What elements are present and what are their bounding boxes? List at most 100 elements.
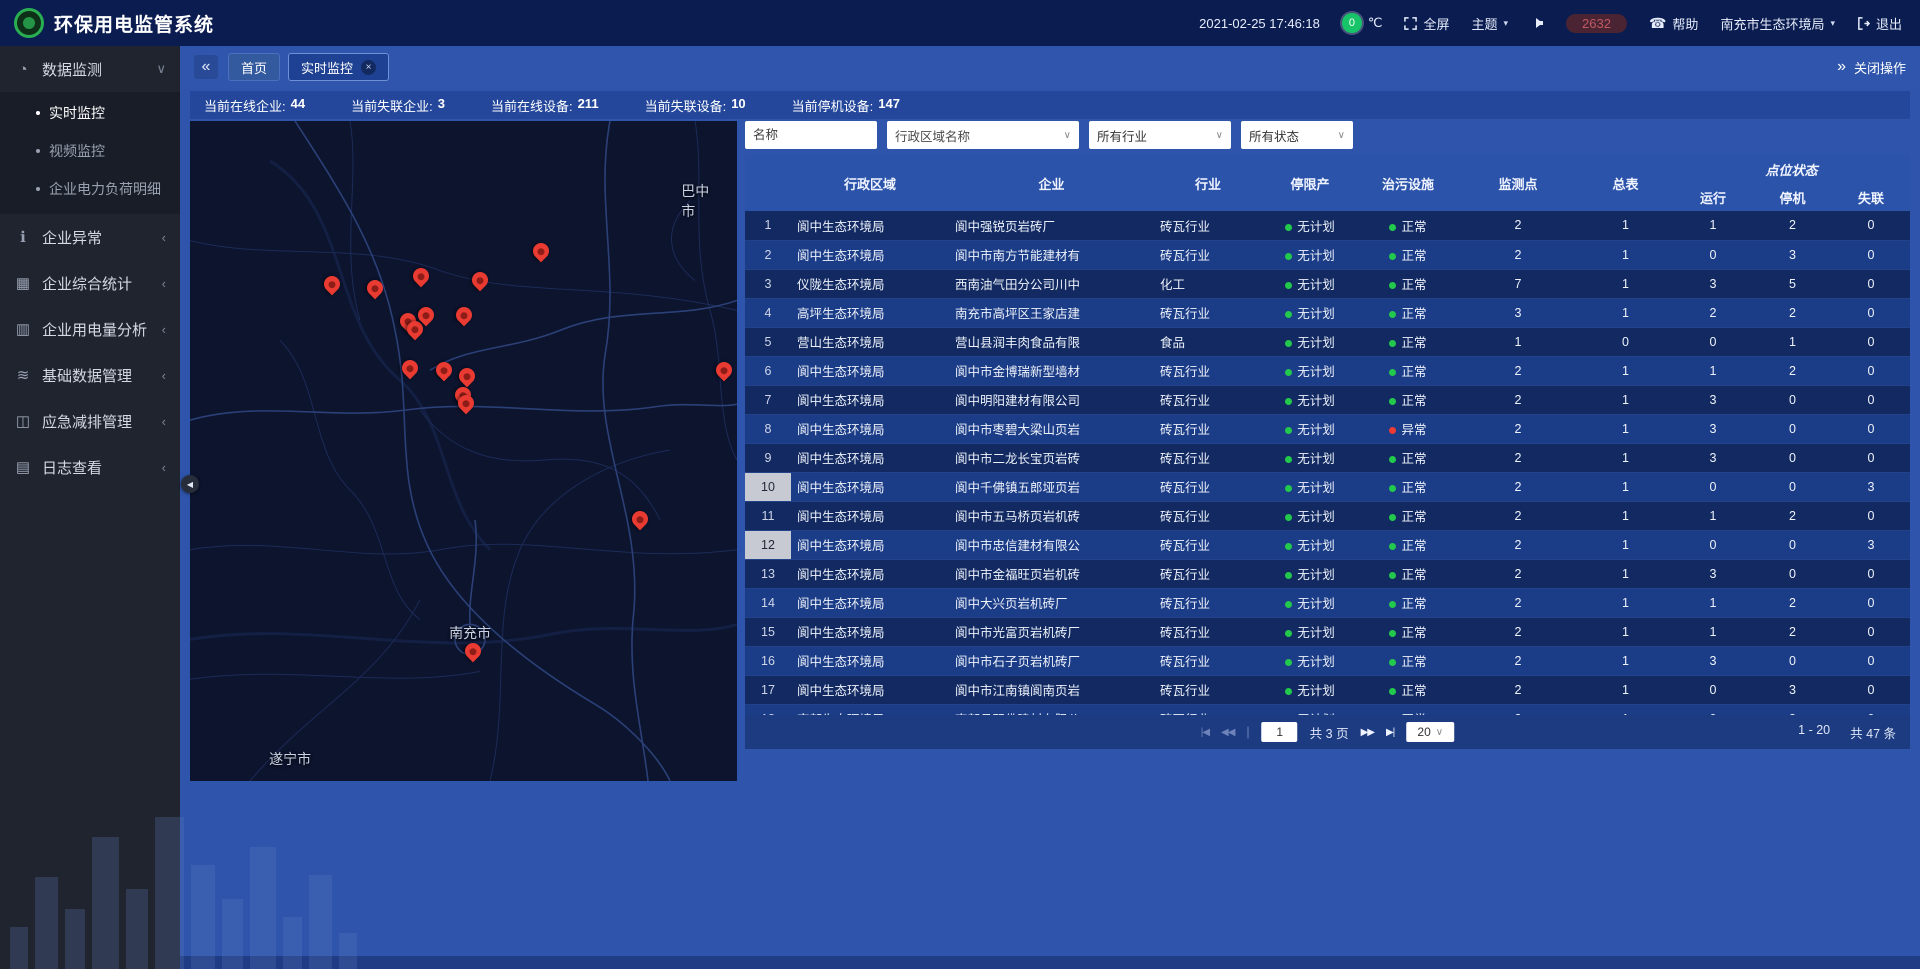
logout-label: 退出 xyxy=(1876,14,1902,33)
table-row[interactable]: 18南部生态环境局南部县双佛建材有限公砖瓦行业无计划正常21030 xyxy=(745,704,1910,715)
name-input[interactable] xyxy=(753,128,869,142)
table-row[interactable]: 4高坪生态环境局南充市高坪区王家店建砖瓦行业无计划正常31220 xyxy=(745,298,1910,327)
table-row[interactable]: 17阆中生态环境局阆中市江南镇阆南页岩砖瓦行业无计划正常21030 xyxy=(745,675,1910,704)
region-filter-select[interactable]: 行政区域名称 ∨ xyxy=(887,121,1079,149)
sidebar-group[interactable]: ◔数据监测∨ xyxy=(0,46,180,92)
sidebar-group[interactable]: ▤日志查看‹ xyxy=(0,444,180,490)
logout-button[interactable]: 退出 xyxy=(1857,14,1902,33)
cell-industry: 砖瓦行业 xyxy=(1154,646,1262,675)
cell-company: 西南油气田分公司川中 xyxy=(949,269,1154,298)
cell-run: 3 xyxy=(1673,269,1753,298)
stat-value: 211 xyxy=(578,96,599,115)
fullscreen-button[interactable]: 全屏 xyxy=(1404,14,1449,33)
cell-lost: 0 xyxy=(1832,298,1910,327)
cell-meters: 1 xyxy=(1578,298,1673,327)
header-meters: 总表 xyxy=(1578,155,1673,211)
org-dropdown[interactable]: 南充市生态环境局 ▾ xyxy=(1720,14,1835,33)
table-row[interactable]: 7阆中生态环境局阆中明阳建材有限公司砖瓦行业无计划正常21300 xyxy=(745,385,1910,414)
sidebar-group-label: 应急减排管理 xyxy=(42,411,152,432)
tab-close-icon[interactable]: × xyxy=(361,60,376,75)
close-operations-button[interactable]: » 关闭操作 xyxy=(1837,58,1906,77)
sound-button[interactable] xyxy=(1530,17,1544,29)
cell-region: 仪陇生态环境局 xyxy=(791,269,949,298)
cell-meters: 1 xyxy=(1578,385,1673,414)
status-filter-select[interactable]: 所有状态 ∨ xyxy=(1241,121,1353,149)
tab-item[interactable]: 实时监控× xyxy=(288,53,389,81)
cell-run: 1 xyxy=(1673,356,1753,385)
first-page-button[interactable]: |◀ xyxy=(1201,727,1209,738)
speaker-icon xyxy=(1530,17,1544,29)
alert-count-badge[interactable]: 2632 xyxy=(1566,14,1627,33)
page-size-select[interactable]: 20 ∨ xyxy=(1406,722,1454,742)
logout-icon xyxy=(1857,17,1870,30)
sidebar-group[interactable]: ▥企业用电量分析‹ xyxy=(0,306,180,352)
bullet-dot-icon xyxy=(36,149,40,153)
table-row[interactable]: 10阆中生态环境局阆中千佛镇五郎垭页岩砖瓦行业无计划正常21003 xyxy=(745,472,1910,501)
help-button[interactable]: ☎ 帮助 xyxy=(1649,14,1698,33)
table-row[interactable]: 2阆中生态环境局阆中市南方节能建材有砖瓦行业无计划正常21030 xyxy=(745,240,1910,269)
cell-lost: 0 xyxy=(1832,588,1910,617)
cell-industry: 砖瓦行业 xyxy=(1154,472,1262,501)
prev-page-button[interactable]: ◀◀ xyxy=(1221,727,1234,738)
sidebar-item[interactable]: 企业电力负荷明细 xyxy=(0,170,180,208)
row-index: 18 xyxy=(745,704,791,715)
row-index: 7 xyxy=(745,385,791,414)
table-row[interactable]: 11阆中生态环境局阆中市五马桥页岩机砖砖瓦行业无计划正常21120 xyxy=(745,501,1910,530)
cell-meters: 1 xyxy=(1578,472,1673,501)
cell-industry: 砖瓦行业 xyxy=(1154,617,1262,646)
cell-stop: 0 xyxy=(1753,385,1832,414)
cell-region: 阆中生态环境局 xyxy=(791,675,949,704)
cell-company: 阆中市忠信建材有限公 xyxy=(949,530,1154,559)
chevron-left-icon: ‹ xyxy=(162,414,166,429)
table-row[interactable]: 1阆中生态环境局阆中强锐页岩砖厂砖瓦行业无计划正常21120 xyxy=(745,211,1910,240)
cell-industry: 砖瓦行业 xyxy=(1154,414,1262,443)
cell-points: 1 xyxy=(1458,327,1578,356)
table-row[interactable]: 5营山生态环境局营山县润丰肉食品有限食品无计划正常10010 xyxy=(745,327,1910,356)
table-row[interactable]: 16阆中生态环境局阆中市石子页岩机砖厂砖瓦行业无计划正常21300 xyxy=(745,646,1910,675)
status-dot-icon xyxy=(1389,224,1396,231)
map-collapse-handle[interactable]: ◀ xyxy=(181,475,199,493)
sidebar-group[interactable]: ▦企业综合统计‹ xyxy=(0,260,180,306)
cell-points: 2 xyxy=(1458,559,1578,588)
sidebar-group[interactable]: ◫应急减排管理‹ xyxy=(0,398,180,444)
last-page-button[interactable]: ▶| xyxy=(1386,727,1394,738)
table-row[interactable]: 15阆中生态环境局阆中市光富页岩机砖厂砖瓦行业无计划正常21120 xyxy=(745,617,1910,646)
table-row[interactable]: 13阆中生态环境局阆中市金福旺页岩机砖砖瓦行业无计划正常21300 xyxy=(745,559,1910,588)
table-row[interactable]: 9阆中生态环境局阆中市二龙长宝页岩砖砖瓦行业无计划正常21300 xyxy=(745,443,1910,472)
sidebar-group[interactable]: ℹ企业异常‹ xyxy=(0,214,180,260)
cell-facility: 正常 xyxy=(1358,327,1458,356)
cell-facility: 正常 xyxy=(1358,501,1458,530)
cell-facility: 正常 xyxy=(1358,704,1458,715)
table-row[interactable]: 8阆中生态环境局阆中市枣碧大梁山页岩砖瓦行业无计划异常21300 xyxy=(745,414,1910,443)
theme-dropdown[interactable]: 主题 ▾ xyxy=(1472,14,1509,33)
name-filter-input[interactable] xyxy=(745,121,877,149)
sidebar-group[interactable]: ≋基础数据管理‹ xyxy=(0,352,180,398)
page-number-input[interactable]: 1 xyxy=(1262,722,1298,742)
cell-company: 阆中市枣碧大梁山页岩 xyxy=(949,414,1154,443)
status-dot-icon xyxy=(1285,398,1292,405)
cell-facility: 正常 xyxy=(1358,269,1458,298)
cell-facility: 正常 xyxy=(1358,211,1458,240)
header-region: 行政区域 xyxy=(791,155,949,211)
cell-stop: 0 xyxy=(1753,559,1832,588)
status-dot-icon xyxy=(1285,659,1292,666)
table-row[interactable]: 12阆中生态环境局阆中市忠信建材有限公砖瓦行业无计划正常21003 xyxy=(745,530,1910,559)
tab-item[interactable]: 首页 xyxy=(228,53,280,81)
status-dot-icon xyxy=(1389,340,1396,347)
sidebar-item-label: 企业电力负荷明细 xyxy=(49,179,161,199)
table-row[interactable]: 3仪陇生态环境局西南油气田分公司川中化工无计划正常71350 xyxy=(745,269,1910,298)
table-row[interactable]: 6阆中生态环境局阆中市金博瑞新型墙材砖瓦行业无计划正常21120 xyxy=(745,356,1910,385)
sidebar-item[interactable]: 视频监控 xyxy=(0,132,180,170)
sidebar-submenu: 实时监控视频监控企业电力负荷明细 xyxy=(0,92,180,214)
next-page-button[interactable]: ▶▶ xyxy=(1361,727,1374,738)
industry-filter-select[interactable]: 所有行业 ∨ xyxy=(1089,121,1231,149)
table-row[interactable]: 14阆中生态环境局阆中大兴页岩机砖厂砖瓦行业无计划正常21120 xyxy=(745,588,1910,617)
cell-meters: 1 xyxy=(1578,414,1673,443)
sidebar-item[interactable]: 实时监控 xyxy=(0,94,180,132)
cell-stop: 2 xyxy=(1753,588,1832,617)
sidebar-group-label: 数据监测 xyxy=(42,59,146,80)
tab-scroll-left-button[interactable]: « xyxy=(194,55,218,79)
map-canvas[interactable]: 巴中市南充市遂宁市 xyxy=(190,121,737,781)
cell-restriction: 无计划 xyxy=(1262,356,1358,385)
sidebar-group-label: 基础数据管理 xyxy=(42,365,152,386)
